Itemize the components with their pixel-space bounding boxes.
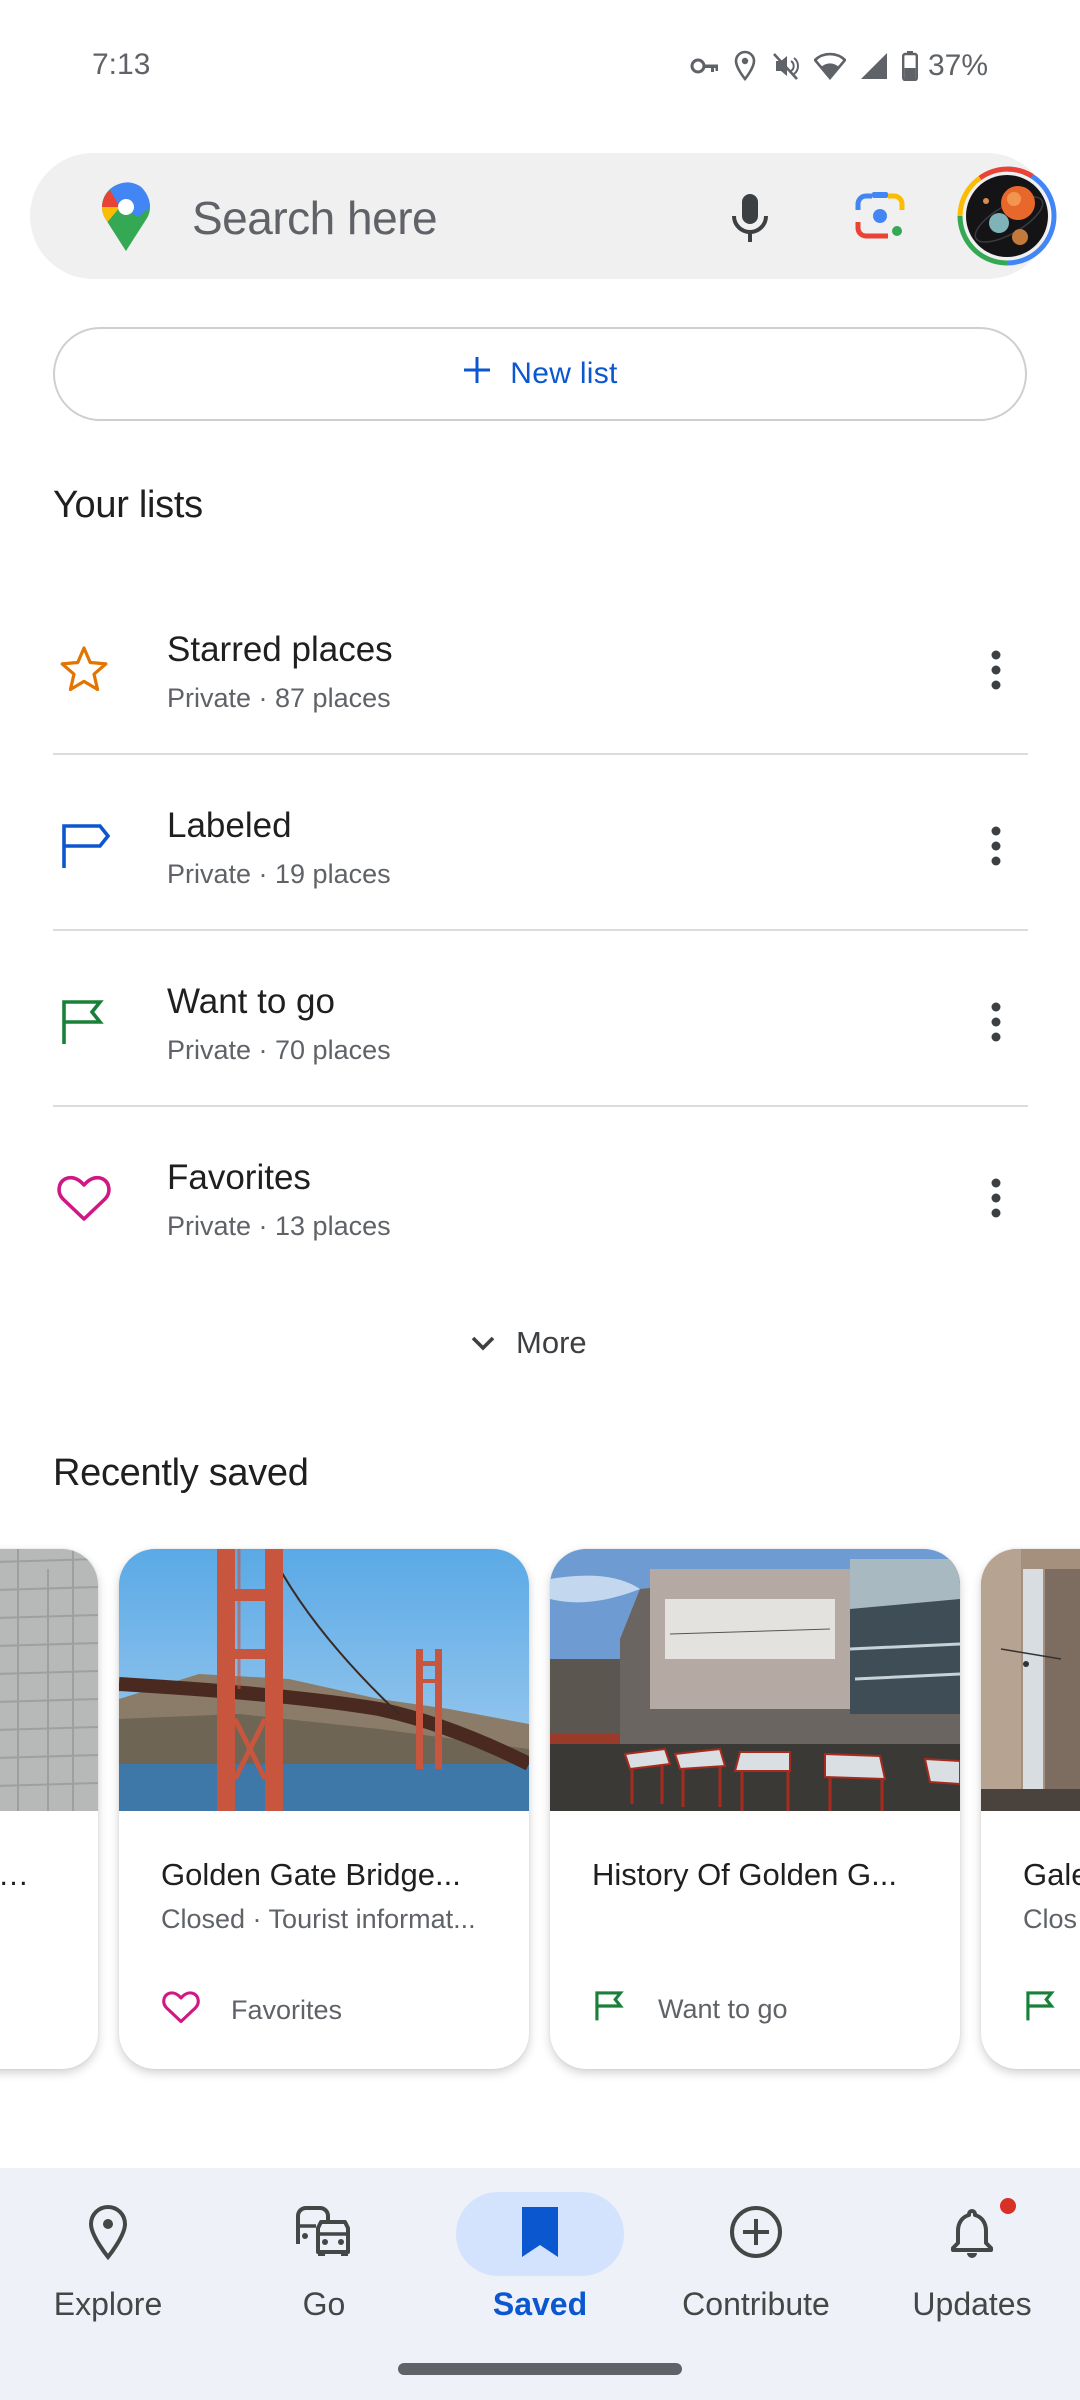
vpn-key-icon — [690, 56, 720, 76]
list-subtitle: Private · 13 places — [167, 1211, 391, 1241]
nav-pill-active — [456, 2192, 624, 2276]
list-subtitle: Private · 87 places — [167, 683, 391, 713]
heart-icon — [161, 1989, 201, 2032]
nav-pill — [240, 2192, 408, 2276]
nav-pill — [24, 2192, 192, 2276]
home-indicator[interactable] — [398, 2363, 682, 2375]
more-lists-button[interactable]: More — [470, 1318, 587, 1368]
saved-place-card[interactable]: Gale Clos — [981, 1549, 1080, 2069]
saved-place-card[interactable]: … — [0, 1549, 98, 2069]
new-list-button[interactable]: New list — [53, 327, 1027, 421]
divider — [53, 1105, 1028, 1107]
more-vert-icon[interactable] — [972, 1170, 1020, 1226]
star-icon — [54, 640, 114, 700]
place-list-tag: Favorites — [161, 1989, 342, 2032]
recently-saved-heading: Recently saved — [53, 1452, 309, 1494]
location-icon — [734, 50, 756, 82]
label-flag-icon — [54, 816, 114, 876]
list-title: Labeled — [167, 806, 292, 845]
place-list-name: Favorites — [231, 1995, 343, 2025]
bell-icon — [949, 2205, 995, 2264]
list-item-labeled[interactable]: Labeled Private · 19 places — [0, 756, 1080, 931]
place-photo-brick-wall — [0, 1549, 98, 1811]
nav-label: Saved — [492, 2286, 588, 2322]
mic-icon[interactable] — [720, 186, 780, 246]
wifi-icon — [813, 52, 846, 80]
commute-icon — [294, 2205, 354, 2263]
list-item-favorites[interactable]: Favorites Private · 13 places — [0, 1108, 1080, 1283]
battery-percent: 37% — [927, 49, 988, 82]
flag-icon — [592, 1989, 628, 2030]
nav-label: Explore — [53, 2286, 163, 2322]
place-name: History Of Golden G... — [592, 1857, 897, 1892]
place-name: Gale — [1023, 1857, 1080, 1892]
saved-place-card[interactable]: Golden Gate Bridge... Closed · Tourist i… — [119, 1549, 529, 2069]
place-name: Golden Gate Bridge... — [161, 1857, 461, 1892]
your-lists-heading: Your lists — [53, 484, 203, 526]
place-photo-history-exhibit — [550, 1549, 960, 1811]
saved-place-card[interactable]: History Of Golden G... Want to go — [550, 1549, 960, 2069]
more-vert-icon[interactable] — [972, 642, 1020, 698]
chevron-down-icon — [470, 1325, 496, 1361]
more-vert-icon[interactable] — [972, 994, 1020, 1050]
divider — [53, 929, 1028, 931]
nav-tab-explore[interactable]: Explore — [0, 2180, 216, 2340]
nav-label: Go — [302, 2286, 346, 2322]
vibrate-off-icon — [770, 51, 800, 81]
notification-badge — [1000, 2198, 1016, 2214]
google-maps-logo — [100, 181, 152, 258]
status-bar: 7:13 37% — [0, 0, 1080, 135]
divider — [53, 753, 1028, 755]
nav-pill — [672, 2192, 840, 2276]
heart-icon — [54, 1168, 114, 1228]
place-photo-golden-gate-bridge — [119, 1549, 529, 1811]
list-item-starred-places[interactable]: Starred places Private · 87 places — [0, 580, 1080, 755]
list-subtitle: Private · 70 places — [167, 1035, 391, 1065]
place-name: … — [0, 1857, 29, 1892]
search-bar[interactable]: Search here — [30, 153, 1057, 279]
account-avatar[interactable] — [956, 165, 1058, 267]
list-title: Favorites — [167, 1158, 311, 1197]
flag-icon — [1023, 1989, 1059, 2030]
nav-tab-updates[interactable]: Updates — [864, 2180, 1080, 2340]
place-meta: Closed · Tourist informat... — [161, 1904, 476, 1934]
add-circle-icon — [728, 2204, 784, 2265]
plus-icon — [462, 355, 492, 393]
google-lens-icon[interactable] — [850, 186, 910, 246]
location-pin-icon — [88, 2204, 128, 2265]
status-icons: 37% — [690, 48, 988, 84]
place-photo-gallery — [981, 1549, 1080, 1811]
bookmark-icon — [520, 2206, 560, 2262]
flag-icon — [54, 992, 114, 1052]
nav-pill — [888, 2192, 1056, 2276]
battery-icon — [901, 51, 918, 81]
status-time: 7:13 — [92, 48, 151, 81]
place-list-tag — [1023, 1989, 1059, 2030]
place-list-name: Want to go — [658, 1994, 788, 2024]
nav-label: Contribute — [682, 2286, 830, 2322]
place-list-tag: Want to go — [592, 1989, 788, 2030]
list-title: Want to go — [167, 982, 335, 1021]
nav-tab-contribute[interactable]: Contribute — [648, 2180, 864, 2340]
list-subtitle: Private · 19 places — [167, 859, 391, 889]
more-label: More — [516, 1325, 587, 1360]
nav-tab-go[interactable]: Go — [216, 2180, 432, 2340]
search-input[interactable]: Search here — [192, 191, 438, 245]
nav-tab-saved[interactable]: Saved — [432, 2180, 648, 2340]
nav-label: Updates — [912, 2286, 1032, 2322]
list-title: Starred places — [167, 630, 393, 669]
more-vert-icon[interactable] — [972, 818, 1020, 874]
signal-icon — [860, 52, 888, 80]
new-list-label: New list — [510, 357, 618, 390]
place-meta: Clos — [1023, 1904, 1078, 1934]
list-item-want-to-go[interactable]: Want to go Private · 70 places — [0, 932, 1080, 1107]
